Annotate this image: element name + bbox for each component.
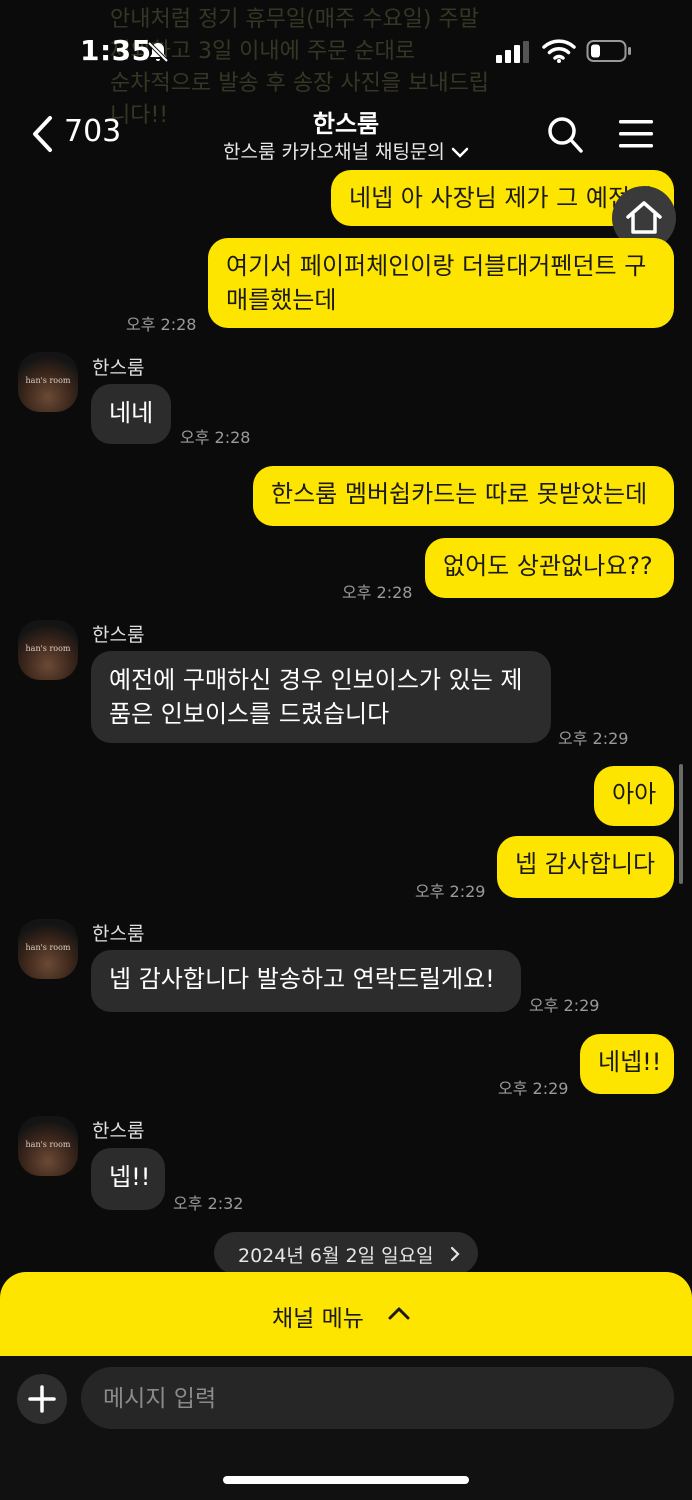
- channel-menu-button[interactable]: 채널 메뉴: [0, 1272, 692, 1356]
- chevron-up-icon: [388, 1307, 410, 1320]
- my-message-bubble[interactable]: 없어도 상관없나요??: [425, 538, 674, 598]
- sender-name: 한스룸: [92, 624, 145, 646]
- their-message-bubble[interactable]: 예전에 구매하신 경우 인보이스가 있는 제품은 인보이스를 드렸습니다: [91, 651, 551, 743]
- home-indicator: [223, 1476, 469, 1484]
- my-message-bubble[interactable]: 한스룸 멤버쉽카드는 따로 못받았는데: [253, 466, 674, 526]
- message-timestamp: 오후 2:28: [342, 583, 413, 602]
- scrollbar[interactable]: [679, 764, 683, 884]
- message-timestamp: 오후 2:28: [126, 315, 197, 334]
- attach-button[interactable]: [17, 1374, 67, 1424]
- plus-icon: [28, 1385, 56, 1413]
- chat-subtitle-dropdown[interactable]: 한스룸 카카오채널 채팅문의: [0, 137, 692, 164]
- sender-name: 한스룸: [92, 357, 145, 379]
- channel-avatar[interactable]: han's room: [18, 919, 78, 979]
- battery-icon: [586, 40, 631, 62]
- channel-menu-label: 채널 메뉴: [272, 1306, 364, 1332]
- their-message-bubble[interactable]: 넵!!: [91, 1148, 165, 1210]
- channel-avatar[interactable]: han's room: [18, 620, 78, 680]
- my-message-bubble[interactable]: 넵 감사합니다: [497, 836, 674, 898]
- chevron-right-icon: [450, 1246, 460, 1262]
- message-timestamp: 오후 2:29: [529, 996, 600, 1015]
- my-message-bubble[interactable]: 여기서 페이퍼체인이랑 더블대거펜던트 구매를했는데: [208, 238, 674, 328]
- message-input[interactable]: [101, 1379, 645, 1419]
- message-timestamp: 오후 2:29: [415, 882, 486, 901]
- their-message-bubble[interactable]: 네네: [91, 384, 172, 444]
- search-icon[interactable]: [546, 114, 584, 154]
- status-time: 1:35: [80, 34, 152, 67]
- message-timestamp: 오후 2:28: [180, 428, 251, 447]
- my-message-bubble[interactable]: 네넵!!: [580, 1034, 674, 1094]
- hamburger-menu-icon[interactable]: [618, 118, 654, 150]
- channel-avatar[interactable]: han's room: [18, 352, 78, 412]
- my-message-bubble[interactable]: 아아: [594, 766, 674, 826]
- message-timestamp: 오후 2:29: [558, 729, 629, 748]
- message-timestamp: 오후 2:32: [173, 1194, 244, 1213]
- chat-title: 한스룸: [312, 110, 380, 138]
- chat-subtitle-label: 한스룸 카카오채널 채팅문의: [223, 141, 445, 163]
- message-input-container[interactable]: [81, 1367, 674, 1429]
- sender-name: 한스룸: [92, 1120, 145, 1142]
- date-divider-label: 2024년 6월 2일 일요일: [238, 1245, 434, 1267]
- sender-name: 한스룸: [92, 923, 145, 945]
- wifi-icon: [542, 39, 576, 63]
- date-divider[interactable]: 2024년 6월 2일 일요일: [214, 1232, 478, 1274]
- chevron-down-icon: [451, 147, 469, 158]
- cellular-signal-icon: [496, 41, 529, 63]
- message-timestamp: 오후 2:29: [498, 1079, 569, 1098]
- channel-avatar[interactable]: han's room: [18, 1116, 78, 1176]
- silent-bell-icon: [147, 41, 169, 63]
- their-message-bubble[interactable]: 넵 감사합니다 발송하고 연락드릴게요!: [91, 950, 521, 1012]
